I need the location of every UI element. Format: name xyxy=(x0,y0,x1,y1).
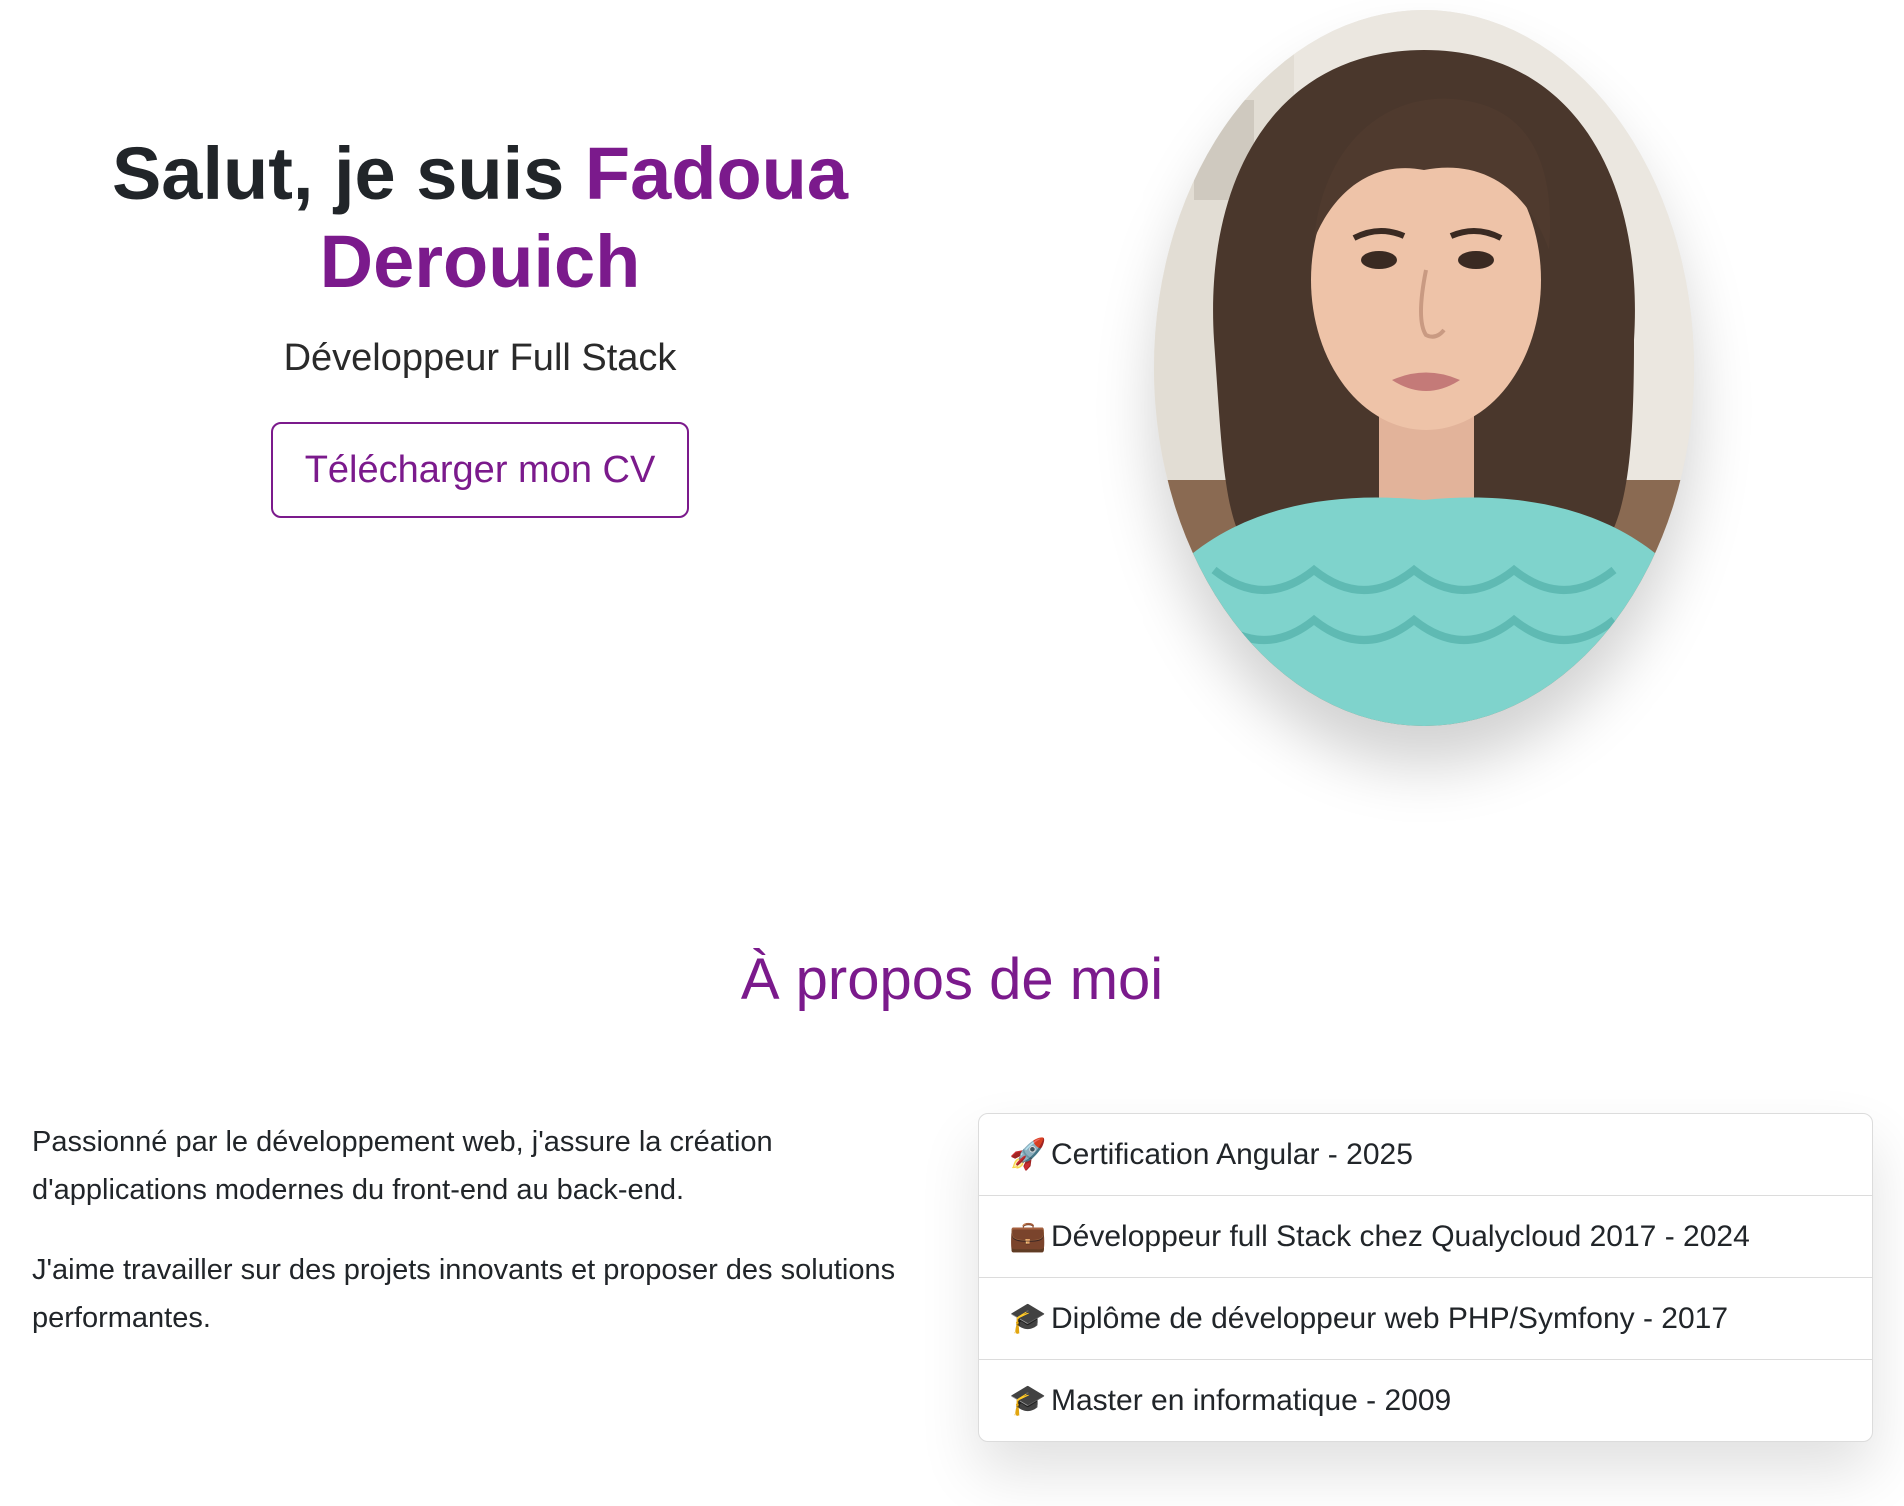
about-description: Passionné par le développement web, j'as… xyxy=(32,1118,912,1374)
hero-title-prefix: Salut, je suis xyxy=(111,132,585,215)
graduation-cap-icon: 🎓 xyxy=(1009,1383,1047,1418)
experience-item-label: Développeur full Stack chez Qualycloud 2… xyxy=(1051,1220,1750,1253)
graduation-cap-icon: 🎓 xyxy=(1009,1301,1047,1336)
rocket-icon: 🚀 xyxy=(1009,1137,1047,1172)
about-paragraph: J'aime travailler sur des projets innova… xyxy=(32,1254,896,1334)
hero-text: Salut, je suis Fadoua Derouich Développe… xyxy=(60,130,900,518)
profile-photo xyxy=(1154,10,1694,726)
experience-item-label: Certification Angular - 2025 xyxy=(1051,1138,1413,1171)
profile-photo-illustration xyxy=(1154,10,1694,726)
briefcase-icon: 💼 xyxy=(1009,1219,1047,1254)
about-heading: À propos de moi xyxy=(740,947,1164,1012)
experience-list: 🚀 Certification Angular - 2025 💼 Développe… xyxy=(978,1113,1873,1442)
experience-item-label: Diplôme de développeur web PHP/Symfony -… xyxy=(1051,1302,1729,1335)
experience-item: 🎓 Master en informatique - 2009 xyxy=(979,1360,1872,1441)
experience-item: 💼 Développeur full Stack chez Qualycloud … xyxy=(979,1196,1872,1278)
experience-item: 🎓 Diplôme de développeur web PHP/Symfony … xyxy=(979,1278,1872,1360)
download-cv-button[interactable]: Télécharger mon CV xyxy=(270,422,690,518)
experience-item: 🚀 Certification Angular - 2025 xyxy=(979,1114,1872,1196)
hero-section: Salut, je suis Fadoua Derouich Développe… xyxy=(0,0,1904,760)
about-paragraph: Passionné par le développement web, j'as… xyxy=(32,1126,773,1206)
hero-subtitle: Développeur Full Stack xyxy=(283,337,677,379)
hero-title: Salut, je suis Fadoua Derouich xyxy=(60,130,900,306)
experience-item-label: Master en informatique - 2009 xyxy=(1051,1384,1452,1417)
